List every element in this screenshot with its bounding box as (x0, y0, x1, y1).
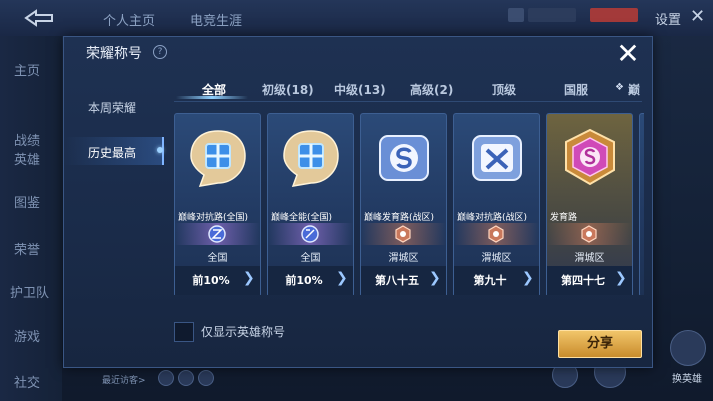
active-tab-indicator (176, 96, 248, 99)
title-card-list[interactable]: 巅峰对抗路(全国) 全国 前10% ❯ 巅峰全能(全国) 全国 前10% ❯ 巅… (174, 113, 644, 295)
nav-item-history-best[interactable]: 历史最高 (88, 144, 136, 161)
title-card[interactable]: 巅峰对抗路(战区) 渭城区 第九十 ❯ (453, 113, 540, 295)
card-rank: 第四十七 (561, 274, 605, 287)
bg-side-item-honor[interactable]: 荣誉 (14, 239, 40, 258)
bg-settings-label[interactable]: 设置 (655, 9, 681, 28)
help-icon[interactable]: ? (153, 45, 167, 59)
title-card[interactable]: 发育路 渭城区 第四十七 ❯ (546, 113, 633, 295)
tab-advanced[interactable]: 高级(2) (410, 81, 453, 98)
rank-badge-icon (301, 225, 319, 243)
hero-title-only-label[interactable]: 仅显示英雄称号 (201, 323, 285, 340)
rank-badge-icon (581, 225, 597, 243)
bg-visitor-avatar[interactable] (178, 370, 194, 386)
bg-profile-chip-icon (508, 8, 524, 22)
card-rank: 第八十五 (375, 274, 419, 287)
card-region: 全国 (300, 253, 321, 264)
tab-beginner[interactable]: 初级(18) (262, 81, 314, 98)
bg-red-chip (590, 8, 638, 22)
crossed-cube-icon (283, 130, 339, 187)
chevron-right-icon[interactable]: ❯ (615, 270, 627, 286)
close-button[interactable]: ✕ (614, 40, 642, 69)
card-title: 巅峰对抗路(全国) (178, 213, 249, 223)
bg-side-item-game[interactable]: 游戏 (14, 326, 40, 345)
bg-swap-hero-label[interactable]: 换英雄 (672, 370, 702, 385)
nav-active-dot-icon (157, 147, 163, 153)
bg-tab-profile[interactable]: 个人主页 (103, 10, 155, 29)
chevron-right-icon[interactable]: ❯ (243, 270, 255, 286)
title-card[interactable]: 巅峰全能(全国) 全国 前10% ❯ (267, 113, 354, 295)
card-rank: 第九十 (473, 274, 507, 287)
bg-blurred-chip (528, 8, 576, 22)
card-rank: 前10% (192, 274, 230, 287)
title-card[interactable]: 巅峰对抗路(全国) 全国 前10% ❯ (174, 113, 261, 295)
card-rank: 前10% (285, 274, 323, 287)
bg-side-item-home[interactable]: 主页 (14, 60, 40, 79)
chevron-right-icon[interactable]: ❯ (429, 270, 441, 286)
honor-title-dialog: 荣耀称号 ? ✕ 本周荣耀 历史最高 全部 初级(18) 中级(13) 高级(2… (63, 36, 653, 368)
card-title: 巅峰全能(全国) (271, 213, 333, 223)
tab-national[interactable]: 国服 (564, 81, 588, 98)
card-title: 巅峰对抗路(战区) (457, 213, 528, 223)
pink-s-emblem-icon (565, 128, 615, 186)
card-region: 渭城区 (388, 253, 419, 264)
dialog-title: 荣耀称号 (86, 46, 142, 62)
rank-badge-icon (488, 225, 504, 243)
bg-swap-hero-icon[interactable] (670, 330, 706, 366)
bg-tab-esports[interactable]: 电竞生涯 (190, 10, 242, 29)
title-card-partial[interactable] (639, 113, 644, 295)
bg-side-item-social[interactable]: 社交 (14, 372, 40, 391)
rank-badge-icon (395, 225, 411, 243)
crossed-cube-icon (190, 130, 246, 187)
chevron-right-icon[interactable]: ❯ (336, 270, 348, 286)
bg-side-item-record[interactable]: 战绩 (14, 130, 40, 149)
bg-visitor-avatar[interactable] (158, 370, 174, 386)
bg-side-item-codex[interactable]: 图鉴 (14, 192, 40, 211)
card-region: 渭城区 (574, 253, 605, 264)
back-arrow-icon[interactable] (22, 8, 56, 28)
card-region: 渭城区 (481, 253, 512, 264)
tab-peak[interactable]: 巅 (628, 81, 640, 98)
background-sidebar: 主页 战绩 英雄 图鉴 荣誉 护卫队 游戏 社交 (0, 36, 62, 401)
tab-top[interactable]: 顶级 (492, 81, 516, 98)
nav-item-this-week[interactable]: 本周荣耀 (88, 99, 136, 116)
x-emblem-icon (472, 135, 522, 181)
s-emblem-icon (379, 135, 429, 181)
bg-side-item-guard[interactable]: 护卫队 (10, 282, 49, 301)
chevron-right-icon[interactable]: ❯ (522, 270, 534, 286)
bg-side-item-hero[interactable]: 英雄 (14, 149, 40, 168)
bg-visitor-avatar[interactable] (198, 370, 214, 386)
card-title: 发育路 (550, 213, 578, 223)
tab-more-diamond-icon: ❖ (615, 82, 624, 93)
background-top-bar: 个人主页 电竞生涯 设置 ✕ (0, 0, 713, 36)
bg-visitors-label[interactable]: 最近访客> (102, 373, 146, 386)
tab-intermediate[interactable]: 中级(13) (334, 81, 386, 98)
hero-title-only-checkbox[interactable] (174, 322, 194, 342)
bg-close-icon[interactable]: ✕ (690, 6, 705, 27)
card-region: 全国 (207, 253, 228, 264)
rank-badge-icon (208, 225, 226, 243)
title-card[interactable]: 巅峰发育路(战区) 渭城区 第八十五 ❯ (360, 113, 447, 295)
card-title: 巅峰发育路(战区) (364, 213, 435, 223)
share-button[interactable]: 分享 (558, 330, 642, 358)
